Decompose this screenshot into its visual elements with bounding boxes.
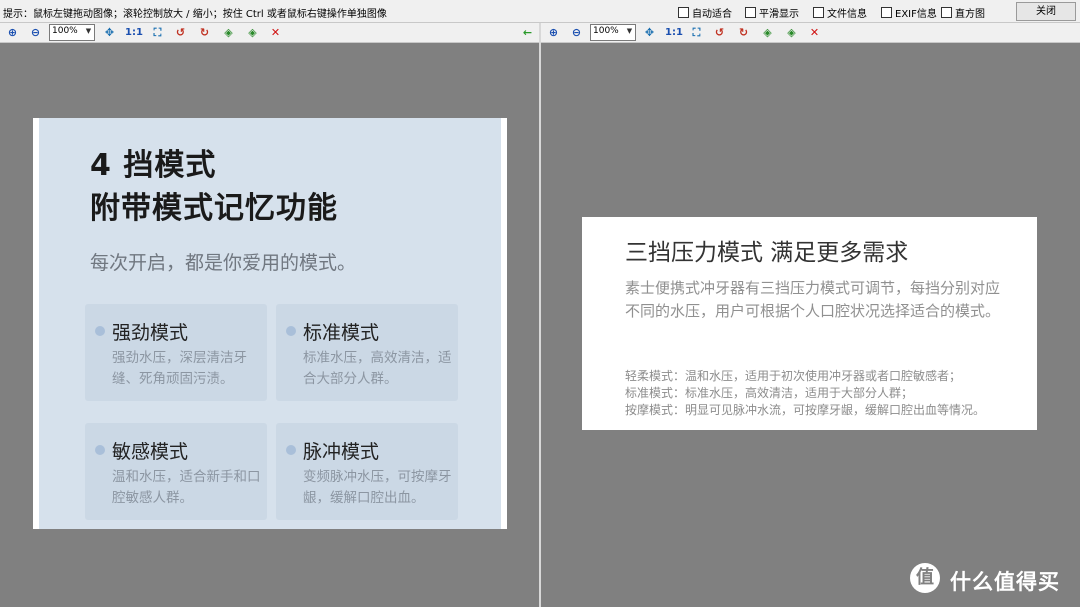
mode-card-pulse: 脉冲模式 变频脉冲水压，可按摩牙龈，缓解口腔出血。	[276, 423, 458, 520]
zoom-out-icon[interactable]: ⊖	[28, 25, 43, 40]
mode-card-sensitive: 敏感模式 温和水压，适合新手和口腔敏感人群。	[85, 423, 267, 520]
fit-icon[interactable]: ✥	[642, 25, 657, 40]
file-info-checkbox[interactable]: 文件信息	[813, 5, 867, 20]
card-desc: 标准水压，高效清洁，适合大部分人群。	[303, 350, 452, 387]
checkbox-box[interactable]	[941, 7, 952, 18]
mode-line-standard: 标准模式：标准水压，高效清洁，适用于大部分人群；	[625, 386, 914, 400]
next-icon[interactable]: ◈	[245, 25, 260, 40]
close-button[interactable]: 关闭	[1016, 2, 1076, 21]
left-toolbar: ⊕ ⊖ 100% ▼ ✥ 1:1 ⛶ ↺ ↻ ◈ ◈ ✕ ←	[0, 23, 539, 43]
checkbox-box[interactable]	[813, 7, 824, 18]
left-image-content: 4 挡模式 附带模式记忆功能 每次开启，都是你爱用的模式。 强劲模式 强劲水压，…	[39, 118, 501, 529]
mode-card-standard: 标准模式 标准水压，高效清洁，适合大部分人群。	[276, 304, 458, 401]
card-desc: 温和水压，适合新手和口腔敏感人群。	[112, 469, 261, 506]
one-to-one-button[interactable]: 1:1	[125, 25, 143, 40]
checkbox-box[interactable]	[881, 7, 892, 18]
zoom-in-icon[interactable]: ⊕	[546, 25, 561, 40]
chevron-down-icon: ▼	[85, 27, 92, 35]
prev-icon[interactable]: ◈	[760, 25, 775, 40]
hint-text: 提示：鼠标左键拖动图像；滚轮控制放大 / 缩小；按住 Ctrl 或者鼠标右键操作…	[3, 9, 387, 20]
watermark-text: 什么值得买	[950, 570, 1060, 594]
next-icon[interactable]: ◈	[784, 25, 799, 40]
title-line-1: 4 挡模式	[90, 148, 217, 183]
rotate-right-icon[interactable]: ↻	[197, 25, 212, 40]
card-desc: 强劲水压，深层清洁牙缝、死角顽固污渍。	[112, 350, 247, 387]
zoom-out-icon[interactable]: ⊖	[569, 25, 584, 40]
exif-info-checkbox[interactable]: EXIF信息	[881, 5, 937, 20]
auto-fit-checkbox[interactable]: 自动适合	[678, 5, 732, 20]
mode-card-strong: 强劲模式 强劲水压，深层清洁牙缝、死角顽固污渍。	[85, 304, 267, 401]
hint-bar: 提示：鼠标左键拖动图像；滚轮控制放大 / 缩小；按住 Ctrl 或者鼠标右键操作…	[0, 0, 1080, 23]
subtitle: 每次开启，都是你爱用的模式。	[90, 252, 357, 274]
card-desc: 变频脉冲水压，可按摩牙龈，缓解口腔出血。	[303, 469, 452, 506]
fullscreen-icon[interactable]: ⛶	[150, 25, 165, 40]
bullet-dot-icon	[286, 326, 296, 336]
delete-icon[interactable]: ✕	[268, 25, 283, 40]
card-title: 敏感模式	[112, 441, 189, 463]
card-title: 强劲模式	[112, 322, 189, 344]
left-image[interactable]: 4 挡模式 附带模式记忆功能 每次开启，都是你爱用的模式。 强劲模式 强劲水压，…	[33, 118, 507, 529]
delete-icon[interactable]: ✕	[807, 25, 822, 40]
rotate-left-icon[interactable]: ↺	[712, 25, 727, 40]
bullet-dot-icon	[95, 326, 105, 336]
prev-icon[interactable]: ◈	[221, 25, 236, 40]
bullet-dot-icon	[95, 445, 105, 455]
right-title: 三挡压力模式 满足更多需求	[625, 240, 909, 266]
fit-icon[interactable]: ✥	[102, 25, 117, 40]
fullscreen-icon[interactable]: ⛶	[689, 25, 704, 40]
zoom-select[interactable]: 100% ▼	[590, 24, 636, 41]
right-toolbar: ⊕ ⊖ 100% ▼ ✥ 1:1 ⛶ ↺ ↻ ◈ ◈ ✕	[541, 23, 1080, 43]
histogram-checkbox[interactable]: 直方图	[941, 5, 985, 20]
right-paragraph: 素士便携式冲牙器有三挡压力模式可调节，每挡分别对应不同的水压，用户可根据个人口腔…	[625, 279, 1001, 320]
card-title: 标准模式	[303, 322, 380, 344]
pane-divider[interactable]	[539, 23, 541, 607]
checkbox-box[interactable]	[745, 7, 756, 18]
title-line-2: 附带模式记忆功能	[90, 191, 338, 226]
bullet-dot-icon	[286, 445, 296, 455]
checkbox-box[interactable]	[678, 7, 689, 18]
rotate-left-icon[interactable]: ↺	[173, 25, 188, 40]
chevron-down-icon: ▼	[626, 27, 633, 35]
smooth-display-checkbox[interactable]: 平滑显示	[745, 5, 799, 20]
mode-line-massage: 按摩模式：明显可见脉冲水流，可按摩牙龈，缓解口腔出血等情况。	[625, 403, 986, 417]
mode-line-gentle: 轻柔模式：温和水压，适用于初次使用冲牙器或者口腔敏感者；	[625, 369, 962, 383]
rotate-right-icon[interactable]: ↻	[736, 25, 751, 40]
watermark-logo: 值	[910, 563, 940, 593]
right-image[interactable]: 三挡压力模式 满足更多需求 素士便携式冲牙器有三挡压力模式可调节，每挡分别对应不…	[582, 217, 1037, 430]
one-to-one-button[interactable]: 1:1	[665, 25, 683, 40]
sync-arrow-icon[interactable]: ←	[520, 25, 535, 40]
zoom-select[interactable]: 100% ▼	[49, 24, 95, 41]
card-title: 脉冲模式	[303, 441, 380, 463]
zoom-in-icon[interactable]: ⊕	[5, 25, 20, 40]
